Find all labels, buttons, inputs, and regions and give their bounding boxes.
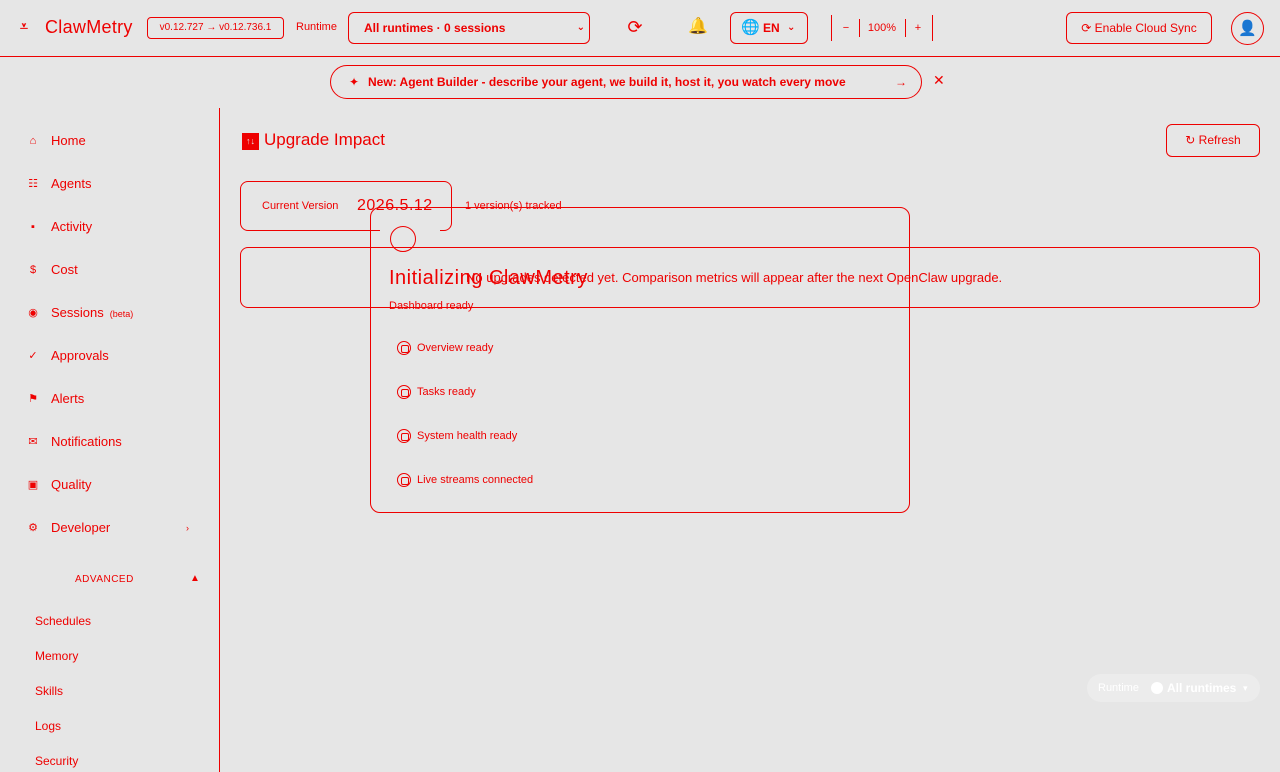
loader-title: Initializing ClawMetry — [389, 267, 588, 289]
language-button[interactable]: 🌐 EN ⌄ — [730, 12, 808, 44]
sidebar: ⌂ Home ☷ Agents ▪ Activity $ Cost ◉ Sess… — [0, 108, 220, 772]
advanced-section-label[interactable]: ADVANCED — [75, 574, 134, 585]
sidebar-item-developer[interactable]: ⚙ Developer › — [0, 513, 219, 543]
check-circle-icon — [397, 385, 411, 399]
dollar-icon: $ — [29, 264, 37, 276]
bell-icon[interactable]: 🔔 — [686, 15, 710, 39]
chevron-down-icon: ⌄ — [576, 22, 585, 33]
floating-runtime-value: All runtimes — [1167, 681, 1237, 695]
sidebar-item-label: Developer — [51, 520, 111, 535]
check-circle-icon — [397, 429, 411, 443]
beta-badge: (beta) — [109, 309, 134, 319]
runtime-label: Runtime — [296, 21, 337, 33]
flag-icon: ⚑ — [28, 393, 38, 405]
quality-icon: ▣ — [27, 479, 39, 491]
check-label: Live streams connected — [417, 474, 534, 486]
gear-icon: ⚙ — [28, 522, 38, 534]
check-label: Tasks ready — [417, 386, 476, 398]
sidebar-item-security[interactable]: Security — [35, 754, 78, 768]
sidebar-item-approvals[interactable]: ✓ Approvals — [0, 341, 219, 371]
check-label: Overview ready — [417, 342, 494, 354]
spinner-icon — [390, 226, 416, 252]
divider — [859, 19, 860, 37]
sidebar-item-label: Activity — [51, 219, 93, 234]
zoom-level: 100% — [867, 22, 897, 34]
mail-icon: ✉ — [28, 436, 38, 448]
current-version-label: Current Version — [262, 200, 339, 212]
status-dot-icon — [1151, 682, 1163, 694]
zoom-in-button[interactable]: + — [912, 15, 924, 41]
user-icon[interactable]: 👤 — [1231, 12, 1264, 45]
sidebar-item-label: Cost — [51, 262, 78, 277]
sidebar-item-skills[interactable]: Skills — [35, 684, 63, 698]
floating-runtime-selector[interactable]: Runtime All runtimes ▾ — [1087, 674, 1260, 702]
zoom-out-button[interactable]: − — [840, 15, 852, 41]
sidebar-item-label: Sessions (beta) — [51, 298, 133, 329]
sidebar-item-agents[interactable]: ☷ Agents — [0, 169, 219, 199]
arrow-right-icon: → — [895, 75, 907, 89]
refresh-button[interactable]: ↻ Refresh — [1166, 124, 1260, 157]
activity-icon: ▪ — [31, 221, 35, 233]
grid-icon: ☷ — [28, 178, 38, 190]
top-bar: ⩡ ClawMetry v0.12.727 → v0.12.736.1 Runt… — [0, 0, 1280, 57]
version-badge[interactable]: v0.12.727 → v0.12.736.1 — [147, 17, 284, 39]
sidebar-item-schedules[interactable]: Schedules — [35, 614, 91, 628]
check-icon: ✓ — [28, 350, 38, 362]
collapse-icon[interactable]: ▲ — [190, 573, 200, 584]
logo-icon: ⩡ — [20, 18, 28, 34]
loader-subtitle: Dashboard ready — [389, 300, 474, 312]
sidebar-item-label: Approvals — [51, 348, 109, 363]
check-label: System health ready — [417, 430, 518, 442]
sidebar-item-cost[interactable]: $ Cost — [0, 255, 219, 285]
sidebar-item-notifications[interactable]: ✉ Notifications — [0, 427, 219, 457]
zoom-control: − 100% + — [831, 15, 933, 41]
language-code: EN — [763, 21, 780, 35]
floating-runtime-label: Runtime — [1098, 682, 1139, 694]
runtime-select[interactable]: All runtimes · 0 sessions ⌄ — [348, 12, 590, 44]
announcement-banner[interactable]: ✦ New: Agent Builder - describe your age… — [330, 65, 922, 99]
sidebar-item-label: Quality — [51, 477, 92, 492]
app-name[interactable]: ClawMetry — [45, 17, 133, 38]
globe-icon: 🌐 — [741, 19, 760, 36]
sidebar-item-home[interactable]: ⌂ Home — [0, 126, 219, 156]
sidebar-item-activity[interactable]: ▪ Activity — [0, 212, 219, 242]
page-title: Upgrade Impact — [264, 130, 385, 149]
divider — [905, 19, 906, 37]
upgrade-icon: ↑↓ — [242, 133, 259, 150]
home-icon: ⌂ — [29, 135, 37, 147]
loading-overlay — [370, 207, 910, 513]
announcement-text: New: Agent Builder - describe your agent… — [368, 75, 846, 89]
sidebar-item-memory[interactable]: Memory — [35, 649, 78, 663]
chevron-down-icon: ⌄ — [787, 22, 796, 33]
chevron-right-icon: › — [186, 523, 189, 533]
sidebar-item-alerts[interactable]: ⚑ Alerts — [0, 384, 219, 414]
sidebar-item-label: Home — [51, 133, 86, 148]
sidebar-item-label: Agents — [51, 176, 92, 191]
refresh-icon[interactable]: ⟳ — [623, 15, 647, 39]
check-circle-icon — [397, 341, 411, 355]
close-icon[interactable]: ✕ — [933, 72, 945, 89]
sidebar-item-quality[interactable]: ▣ Quality — [0, 470, 219, 500]
sidebar-item-label: Alerts — [51, 391, 85, 406]
sessions-label: Sessions — [51, 305, 104, 320]
sparkle-icon: ✦ — [349, 75, 360, 89]
runtime-select-value: All runtimes · 0 sessions — [364, 21, 506, 35]
chevron-down-icon: ▾ — [1243, 683, 1248, 693]
check-circle-icon — [397, 473, 411, 487]
enable-cloud-sync-button[interactable]: ⟳ Enable Cloud Sync — [1066, 12, 1212, 44]
sessions-icon: ◉ — [28, 307, 38, 319]
sidebar-item-logs[interactable]: Logs — [35, 719, 61, 733]
sidebar-item-sessions[interactable]: ◉ Sessions (beta) — [0, 298, 219, 328]
sidebar-item-label: Notifications — [51, 434, 122, 449]
